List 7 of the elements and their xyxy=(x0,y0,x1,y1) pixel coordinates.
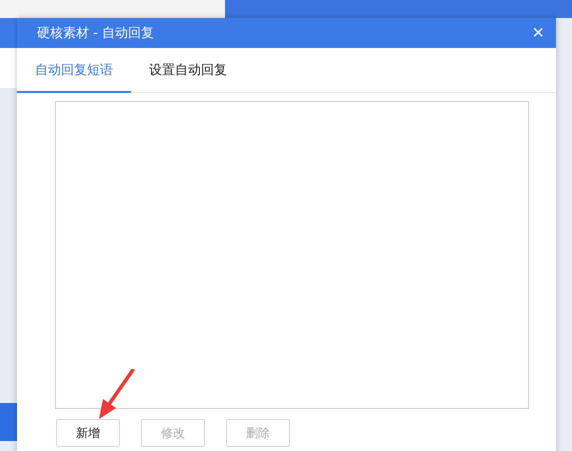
action-button[interactable]: 新增 xyxy=(56,419,120,447)
tab[interactable]: 设置自动回复 xyxy=(131,48,245,93)
close-button[interactable]: × xyxy=(530,23,546,43)
arrow-icon xyxy=(97,369,137,421)
dialog-title: 硬核素材 - 自动回复 xyxy=(37,25,154,42)
phrase-list[interactable] xyxy=(55,101,529,409)
tab[interactable]: 自动回复短语 xyxy=(17,48,131,93)
